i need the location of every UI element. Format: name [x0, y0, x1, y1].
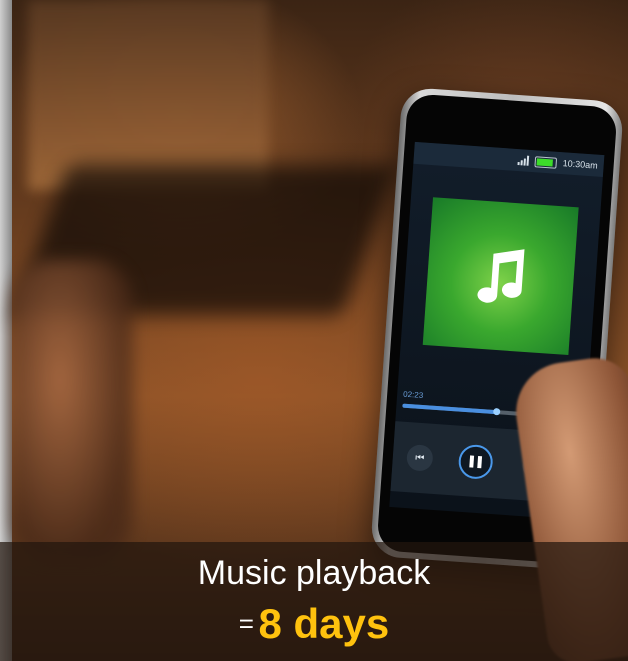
- status-time: 10:30am: [562, 158, 598, 171]
- pause-icon: [469, 455, 483, 469]
- skip-previous-icon: ⏮: [414, 452, 425, 464]
- caption-band: Music playback = 8 days: [0, 542, 628, 661]
- signal-bars-icon: [517, 155, 530, 166]
- status-bar: 10:30am: [413, 141, 605, 178]
- caption-equals: =: [238, 608, 254, 639]
- promo-photo: 10:30am 02:23 ⏮ Music playback = 8 days: [0, 0, 628, 661]
- background-box: [28, 0, 268, 190]
- pause-button[interactable]: [457, 443, 494, 480]
- progress-knob[interactable]: [492, 407, 500, 416]
- caption-highlight: 8 days: [258, 600, 390, 647]
- progress-fill: [402, 403, 496, 415]
- caption-stat: = 8 days: [0, 600, 628, 648]
- previous-button[interactable]: ⏮: [405, 444, 434, 472]
- album-art: [422, 197, 579, 356]
- person-shoulder: [12, 260, 132, 560]
- music-note-icon: [477, 249, 525, 303]
- battery-icon: [534, 155, 558, 169]
- caption-title: Music playback: [197, 554, 431, 592]
- elapsed-time: 02:23: [402, 389, 424, 401]
